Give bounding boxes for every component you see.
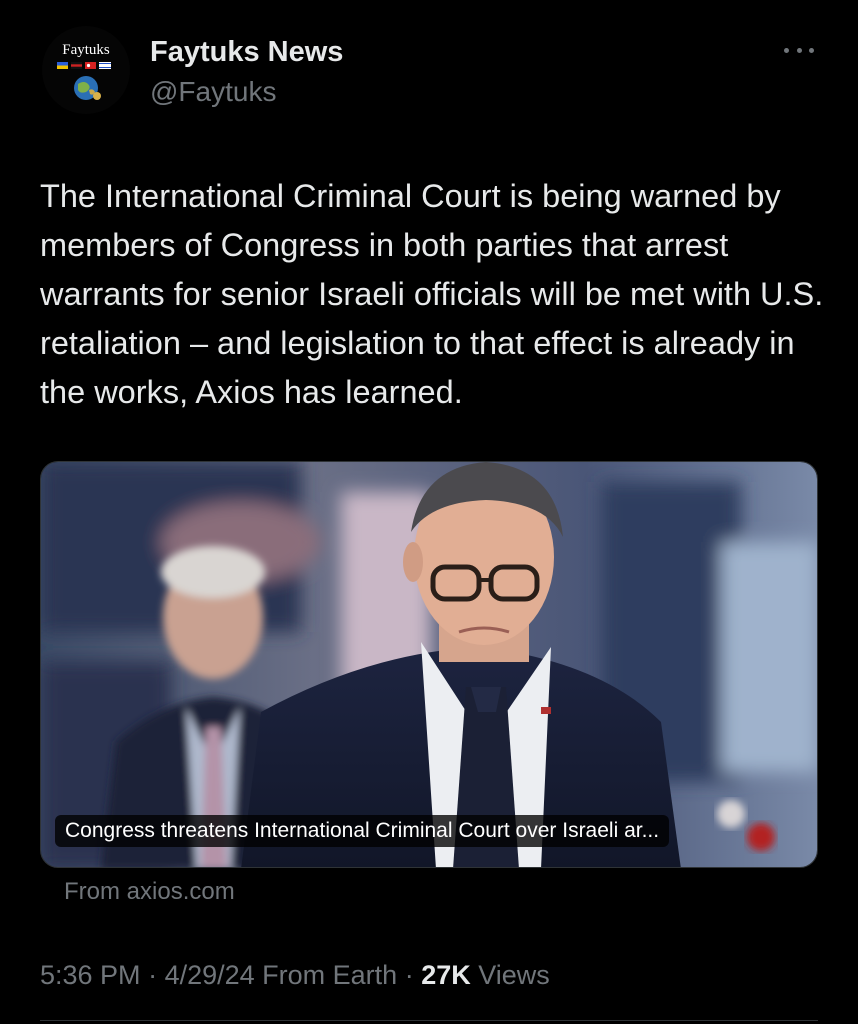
dot-icon bbox=[784, 47, 789, 53]
tweet-date[interactable]: 4/29/24 bbox=[165, 960, 255, 990]
tweet-time[interactable]: 5:36 PM bbox=[40, 960, 141, 990]
more-options-icon[interactable] bbox=[778, 36, 820, 64]
tweet-detail-view: Faytuks Faytuks News @Faytuks The Intern… bbox=[0, 0, 858, 1024]
avatar-logo-text: Faytuks bbox=[62, 42, 110, 58]
divider bbox=[40, 1020, 818, 1021]
meta-separator: · bbox=[140, 960, 165, 990]
card-title: Congress threatens International Crimina… bbox=[55, 815, 670, 847]
avatar-logo-image: Faytuks bbox=[42, 26, 130, 114]
views-count[interactable]: 27K bbox=[421, 960, 471, 990]
author-avatar[interactable]: Faytuks bbox=[42, 26, 130, 114]
tweet-client: From Earth bbox=[254, 960, 398, 990]
tweet-text: The International Criminal Court is bein… bbox=[40, 178, 824, 410]
author-handle[interactable]: @Faytuks bbox=[150, 76, 276, 108]
card-photo bbox=[41, 462, 817, 867]
link-preview-card[interactable]: Congress threatens International Crimina… bbox=[40, 461, 818, 868]
card-source-link[interactable]: From axios.com bbox=[64, 878, 235, 906]
views-label: Views bbox=[470, 960, 550, 990]
meta-separator: · bbox=[397, 960, 422, 990]
dot-icon bbox=[809, 47, 814, 53]
tweet-meta: 5:36 PM · 4/29/24 From Earth · 27K Views bbox=[40, 960, 550, 991]
author-display-name[interactable]: Faytuks News bbox=[150, 36, 343, 69]
dot-icon bbox=[796, 47, 802, 53]
